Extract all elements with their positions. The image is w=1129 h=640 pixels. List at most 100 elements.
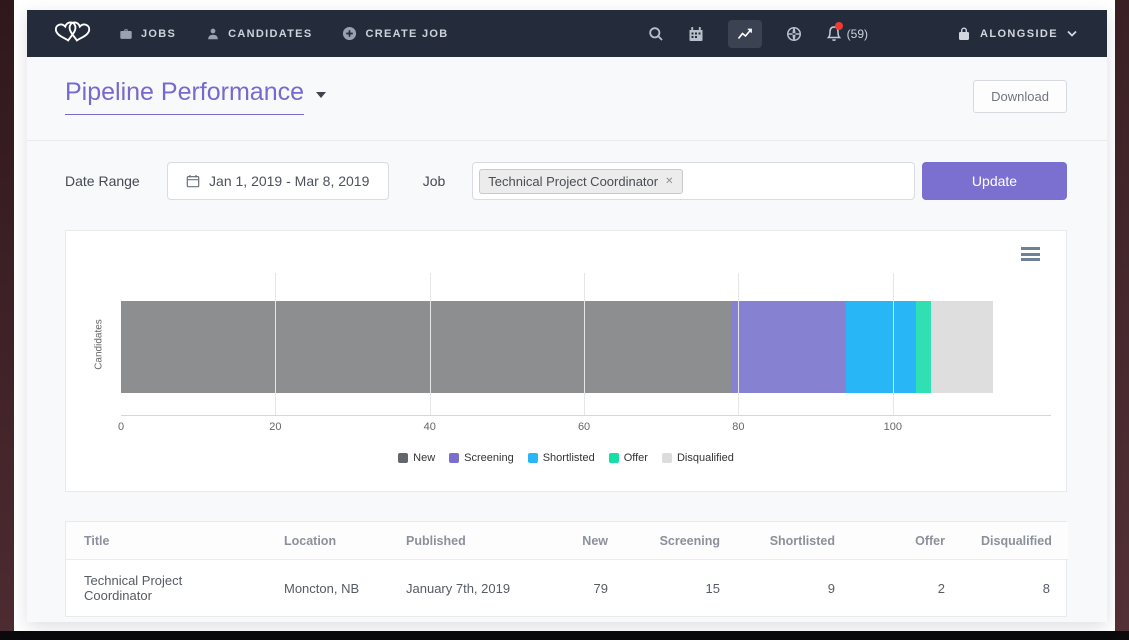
- column-header-screening: Screening: [626, 522, 738, 560]
- table-cell: 9: [738, 560, 853, 617]
- table-cell: Moncton, NB: [266, 560, 388, 617]
- column-header-shortlisted: Shortlisted: [738, 522, 853, 560]
- download-button[interactable]: Download: [973, 80, 1067, 113]
- bar-segment-disqualified[interactable]: [931, 301, 993, 393]
- nav-item-create-job[interactable]: CREATE JOB: [342, 26, 448, 41]
- account-icon: [957, 26, 971, 41]
- x-tick-label: 20: [269, 421, 281, 433]
- nav-item-label: CREATE JOB: [365, 28, 448, 40]
- table-header-row: TitleLocationPublishedNewScreeningShortl…: [66, 522, 1068, 560]
- gridline: [430, 273, 431, 415]
- table-cell: 2: [853, 560, 963, 617]
- legend-item-offer[interactable]: Offer: [609, 452, 648, 464]
- nav-item-jobs[interactable]: JOBS: [119, 27, 176, 41]
- chart-y-axis-label: Candidates: [94, 310, 105, 380]
- legend-label: Shortlisted: [543, 452, 595, 464]
- results-table: TitleLocationPublishedNewScreeningShortl…: [66, 522, 1068, 616]
- plus-circle-icon: [342, 26, 357, 41]
- date-range-input[interactable]: Jan 1, 2019 - Mar 8, 2019: [167, 162, 389, 200]
- x-tick-label: 60: [578, 421, 590, 433]
- legend-item-disqualified[interactable]: Disqualified: [662, 452, 734, 464]
- update-button[interactable]: Update: [922, 162, 1067, 200]
- frame-left-edge: [0, 0, 14, 631]
- calendar-icon: [186, 174, 200, 188]
- legend-label: New: [413, 452, 435, 464]
- column-header-published: Published: [388, 522, 540, 560]
- legend-item-shortlisted[interactable]: Shortlisted: [528, 452, 595, 464]
- x-tick-label: 80: [732, 421, 744, 433]
- chevron-down-icon: [1067, 30, 1077, 37]
- briefcase-icon: [119, 27, 133, 41]
- nav-item-candidates[interactable]: CANDIDATES: [206, 27, 312, 41]
- remove-tag-icon[interactable]: ✕: [665, 176, 673, 187]
- legend-label: Screening: [464, 452, 514, 464]
- table-cell: 79: [540, 560, 626, 617]
- search-icon[interactable]: [648, 26, 664, 42]
- user-icon: [206, 27, 220, 41]
- job-tag: Technical Project Coordinator ✕: [479, 169, 682, 194]
- filter-bar: Date Range Jan 1, 2019 - Mar 8, 2019 Job…: [65, 162, 1067, 200]
- job-label: Job: [423, 173, 446, 189]
- top-navbar: JOBS CANDIDATES CREATE JOB: [27, 10, 1107, 57]
- account-label: ALONGSIDE: [980, 28, 1058, 40]
- nav-item-label: JOBS: [141, 28, 176, 40]
- app-window: JOBS CANDIDATES CREATE JOB: [27, 10, 1107, 622]
- nav-right-icons: (59) ALONGSIDE: [648, 10, 1107, 57]
- x-tick-label: 100: [884, 421, 902, 433]
- notification-dot: [835, 22, 843, 30]
- legend-swatch-icon: [528, 453, 538, 463]
- x-axis-line: [121, 415, 1051, 416]
- hearts-logo-icon: [52, 18, 94, 50]
- column-header-new: New: [540, 522, 626, 560]
- framed-screenshot: JOBS CANDIDATES CREATE JOB: [0, 0, 1129, 640]
- nav-item-label: CANDIDATES: [228, 28, 312, 40]
- account-menu[interactable]: ALONGSIDE: [935, 26, 1103, 41]
- legend-swatch-icon: [609, 453, 619, 463]
- table-row: Technical Project CoordinatorMoncton, NB…: [66, 560, 1068, 617]
- x-tick-label: 40: [424, 421, 436, 433]
- gridline: [893, 273, 894, 415]
- page-header: Pipeline Performance Download: [27, 57, 1107, 141]
- gridline: [738, 273, 739, 415]
- legend-item-screening[interactable]: Screening: [449, 452, 514, 464]
- job-tag-label: Technical Project Coordinator: [488, 174, 658, 189]
- page-title: Pipeline Performance: [65, 78, 304, 115]
- table-cell: 8: [963, 560, 1068, 617]
- bar-segment-new[interactable]: [121, 301, 731, 393]
- table-cell: 15: [626, 560, 738, 617]
- notifications[interactable]: (59): [826, 25, 868, 42]
- alongside-logo[interactable]: [27, 10, 119, 57]
- column-header-disqualified: Disqualified: [963, 522, 1068, 560]
- globe-icon[interactable]: [786, 26, 802, 42]
- date-range-label: Date Range: [65, 173, 140, 189]
- column-header-title: Title: [66, 522, 266, 560]
- stacked-bar: [121, 301, 1051, 393]
- results-table-card: TitleLocationPublishedNewScreeningShortl…: [65, 521, 1067, 617]
- nav-menu: JOBS CANDIDATES CREATE JOB: [119, 10, 449, 57]
- legend-swatch-icon: [662, 453, 672, 463]
- column-header-location: Location: [266, 522, 388, 560]
- job-select-input[interactable]: Technical Project Coordinator ✕: [472, 162, 915, 200]
- frame-right-edge: [1115, 0, 1129, 631]
- table-cell: Technical Project Coordinator: [66, 560, 266, 617]
- bar-segment-shortlisted[interactable]: [846, 301, 915, 393]
- legend-label: Disqualified: [677, 452, 734, 464]
- column-header-offer: Offer: [853, 522, 963, 560]
- notification-count: (59): [847, 27, 868, 41]
- legend-item-new[interactable]: New: [398, 452, 435, 464]
- calendar-icon[interactable]: [688, 26, 704, 42]
- x-tick-label: 0: [118, 421, 124, 433]
- pipeline-chart-card: Candidates 020406080100 NewScreeningShor…: [65, 230, 1067, 492]
- plot-area: 020406080100: [121, 273, 1051, 415]
- gridline: [275, 273, 276, 415]
- report-page: Pipeline Performance Download Date Range…: [27, 57, 1107, 622]
- chart-legend: New Screening Shortlisted Offer Disqualified: [66, 452, 1066, 464]
- legend-swatch-icon: [398, 453, 408, 463]
- chart-menu-icon[interactable]: [1021, 247, 1040, 264]
- bar-segment-offer[interactable]: [916, 301, 931, 393]
- gridline: [584, 273, 585, 415]
- report-selector[interactable]: Pipeline Performance: [65, 78, 326, 115]
- analytics-chart-icon[interactable]: [728, 20, 762, 48]
- frame-bottom-bar: [0, 631, 1129, 640]
- bar-segment-screening[interactable]: [731, 301, 847, 393]
